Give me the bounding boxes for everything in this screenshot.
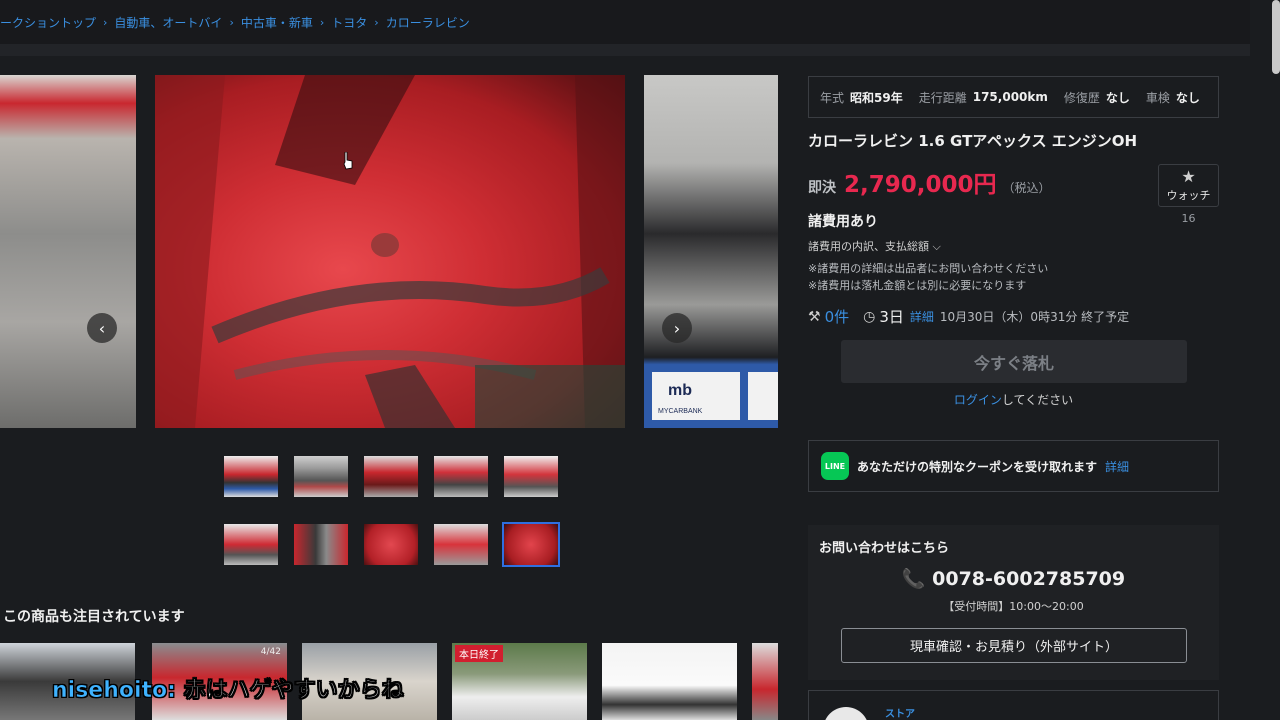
related-item[interactable]: 本日終了 [452,643,587,720]
clock-icon: ◷ [863,308,876,325]
spec-year-value: 昭和59年 [850,90,903,105]
contact-hours: 【受付時間】10:00〜20:00 [943,600,1084,613]
spec-repair-label: 修復歴 [1063,90,1100,105]
scrollbar-thumb[interactable] [1272,0,1280,74]
subtitle-speaker: nisehoito: [52,678,177,704]
thumbnail[interactable] [432,454,490,499]
spec-mileage-label: 走行距離 [918,90,967,105]
svg-text:MYCARBANK: MYCARBANK [658,408,703,415]
breadcrumb: ークショントップ › 自動車、オートバイ › 中古車・新車 › トヨタ › カロ… [0,0,1250,44]
thumbnail[interactable] [222,522,280,567]
breadcrumb-cars-bikes[interactable]: 自動車、オートバイ [114,14,222,31]
thumbnail[interactable] [432,522,490,567]
item-title: カローラレビン 1.6 GTアペックス エンジンOH [808,132,1138,150]
fees-heading: 諸費用あり [808,214,878,230]
page-scrollbar[interactable] [1250,0,1280,720]
time-remaining: 3日 [879,308,904,326]
thumbnail-selected[interactable] [502,522,560,567]
star-icon: ★ [1181,166,1196,186]
stream-subtitle: nisehoito: 赤はハゲやすいからね [52,672,404,704]
svg-text:mb: mb [668,382,692,399]
thumbnail[interactable] [292,522,350,567]
watch-label: ウォッチ [1166,188,1211,202]
price-row: 即決 2,790,000円 （税込） [808,165,1051,199]
thumbnail[interactable] [362,454,420,499]
floor-pan-photo [155,75,625,428]
tax-note: （税込） [1002,181,1051,195]
spec-mileage-value: 175,000km [972,90,1048,104]
gallery-prev-button[interactable]: ‹ [87,313,117,343]
store-avatar[interactable] [823,707,869,720]
contact-phone: 📞 0078-6002785709 [901,568,1126,590]
buy-now-price: 2,790,000円 [844,172,997,198]
watch-count: 16 [1181,212,1196,225]
thumbnail[interactable] [222,454,280,499]
image-gallery: mb MYCARBANK ‹ › [0,75,778,428]
spec-year-label: 年式 [820,90,845,105]
gallery-next-button[interactable]: › [662,313,692,343]
spec-inspection-value: なし [1175,90,1200,105]
chevron-right-icon: › [374,15,379,29]
chevron-right-icon: › [673,318,681,338]
breadcrumb-corolla-levin[interactable]: カローラレビン [386,14,470,31]
gallery-photo-main[interactable] [155,75,625,428]
header-divider [0,44,1250,56]
related-items-title: この商品も注目されています [3,609,185,625]
buy-now-button[interactable]: 今すぐ落札 [841,340,1187,383]
spec-inspection-label: 車検 [1145,90,1170,105]
end-time: 10月30日（木）0時31分 終了予定 [939,310,1130,324]
fees-note: ※諸費用の詳細は出品者にお問い合わせください [808,262,1049,275]
line-app-icon: LINE [821,452,849,480]
login-link[interactable]: ログイン [954,393,1002,407]
photo-count: 4/42 [260,647,281,657]
buy-now-label: 即決 [808,180,836,196]
thumbnail-strip [222,454,562,590]
related-item[interactable] [752,643,778,720]
breadcrumb-used-new-cars[interactable]: 中古車・新車 [241,14,313,31]
login-prompt-text: してください [1001,393,1074,407]
coupon-text: あなただけの特別なクーポンを受け取れます [857,459,1098,474]
thumbnail[interactable] [502,454,560,499]
coupon-detail-link[interactable]: 詳細 [1105,458,1129,475]
fees-note: ※諸費用は落札金額とは別に必要になります [808,279,1027,292]
thumbnail[interactable] [362,522,420,567]
chevron-left-icon: ‹ [98,318,106,338]
gallery-photo-prev[interactable] [0,75,136,428]
store-label: ストア [885,709,915,720]
ending-today-badge: 本日終了 [455,645,503,662]
login-prompt: ログインしてください [808,391,1219,408]
store-info: ストア [808,690,1219,720]
thumbnail[interactable] [292,454,350,499]
hand-cursor-icon [343,152,353,170]
fees-breakdown-toggle[interactable]: 諸費用の内訳、支払総額 ⌵ [808,238,941,254]
watch-button[interactable]: ★ ウォッチ [1158,164,1219,207]
store-banner-photo: mb MYCARBANK [644,365,778,428]
related-item[interactable] [602,643,737,720]
chevron-right-icon: › [229,15,234,29]
contact-box: お問い合わせはこちら 📞 0078-6002785709 【受付時間】10:00… [808,525,1219,680]
subtitle-message: 赤はハゲやすいからね [183,678,404,704]
gallery-photo-next[interactable]: mb MYCARBANK [644,75,778,428]
end-time-detail-link[interactable]: 詳細 [910,308,934,325]
spec-summary: 年式 昭和59年 走行距離 175,000km 修復歴 なし 車検 なし [808,76,1219,118]
bid-count[interactable]: 0件 [825,306,850,327]
spec-repair-value: なし [1105,90,1130,105]
breadcrumb-toyota[interactable]: トヨタ [331,14,367,31]
breadcrumb-auction-top[interactable]: ークショントップ [0,14,96,31]
chevron-right-icon: › [103,15,108,29]
line-coupon-banner[interactable]: LINE あなただけの特別なクーポンを受け取れます 詳細 [808,440,1219,492]
gavel-icon: ⚒ [808,308,821,325]
chevron-right-icon: › [319,15,325,29]
bid-status-row: ⚒ 0件 ◷ 3日 詳細 10月30日（木）0時31分 終了予定 [808,306,1129,327]
contact-heading: お問い合わせはこちら [819,541,950,556]
estimate-external-button[interactable]: 現車確認・お見積り（外部サイト） [841,628,1187,663]
